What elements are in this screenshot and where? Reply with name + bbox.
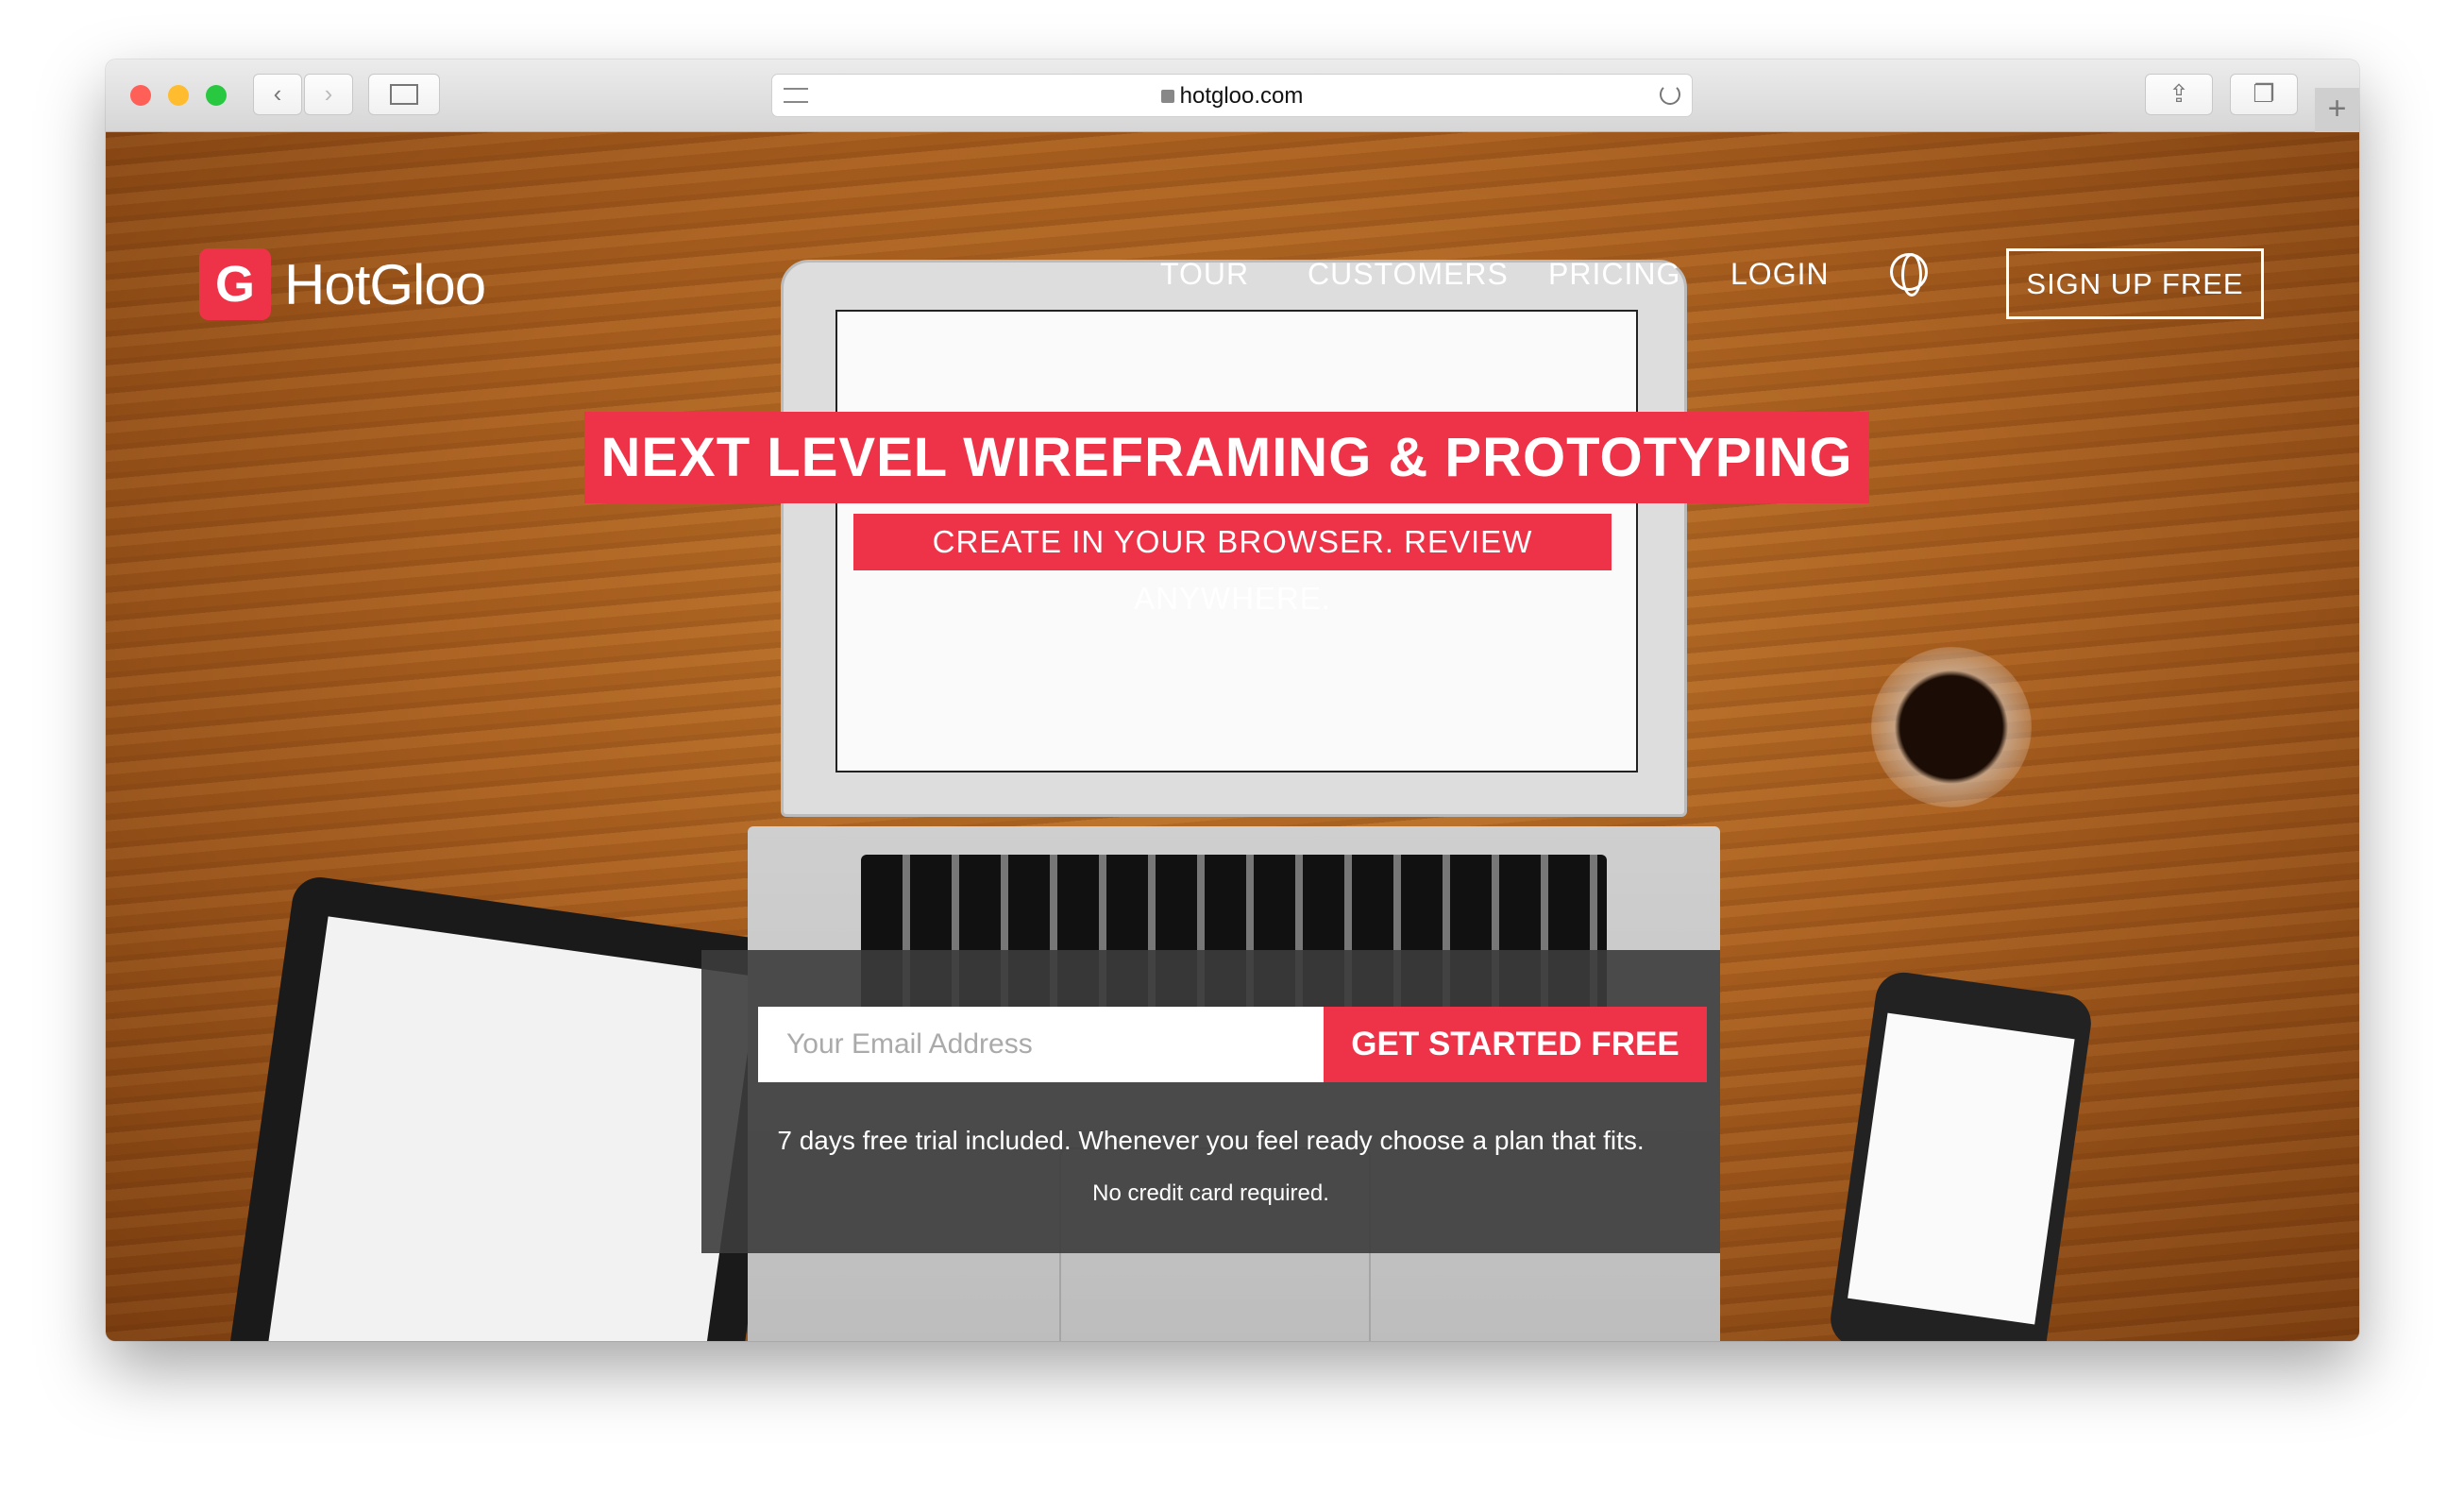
sidebar-toggle-button[interactable]	[368, 74, 440, 115]
back-button[interactable]: ‹	[253, 74, 302, 115]
coffee-cup-photo	[1871, 647, 2032, 807]
sign-up-free-button[interactable]: SIGN UP FREE	[2006, 248, 2264, 319]
sidebar-icon	[390, 84, 418, 105]
nav-tour[interactable]: TOUR	[1160, 257, 1249, 292]
reload-icon[interactable]	[1660, 84, 1680, 105]
zoom-window-button[interactable]	[206, 85, 227, 106]
logo-mark: G	[199, 248, 271, 320]
logo-text: HotGloo	[284, 252, 486, 316]
minimize-window-button[interactable]	[168, 85, 189, 106]
tabs-icon: ❐	[2253, 79, 2275, 108]
headline: NEXT LEVEL WIREFRAMING & PROTOTYPING TOO…	[584, 412, 1869, 580]
address-bar[interactable]: hotgloo.com	[771, 74, 1693, 117]
hero-section: G HotGloo TOUR CUSTOMERS PRICING LOGIN S…	[106, 132, 2359, 1341]
share-button[interactable]: ⇪	[2145, 74, 2213, 115]
nav-login[interactable]: LOGIN	[1730, 257, 1830, 292]
hotgloo-logo[interactable]: G HotGloo	[199, 248, 486, 320]
browser-toolbar: ‹ › hotgloo.com ⇪ ❐ +	[106, 59, 2359, 132]
get-started-free-button[interactable]: GET STARTED FREE	[1324, 1007, 1707, 1082]
globe-icon[interactable]	[1890, 253, 1928, 297]
tabs-overview-button[interactable]: ❐	[2230, 74, 2298, 115]
share-icon: ⇪	[2169, 79, 2189, 108]
nav-pricing[interactable]: PRICING	[1548, 257, 1680, 292]
url-text: hotgloo.com	[1179, 83, 1304, 109]
phone-photo	[1827, 968, 2095, 1341]
trial-text: 7 days free trial included. Whenever you…	[777, 1126, 1645, 1155]
signup-panel: GET STARTED FREE 7 days free trial inclu…	[701, 950, 1720, 1253]
close-window-button[interactable]	[130, 85, 151, 106]
subheadline: CREATE IN YOUR BROWSER. REVIEW ANYWHERE.	[853, 514, 1612, 616]
forward-button[interactable]: ›	[304, 74, 353, 115]
browser-window: ‹ › hotgloo.com ⇪ ❐ + G HotGloo TOUR CUS…	[106, 59, 2359, 1341]
no-card-text: No credit card required.	[1092, 1180, 1329, 1206]
new-tab-button[interactable]: +	[2315, 88, 2359, 132]
email-input[interactable]	[758, 1007, 1324, 1082]
nav-customers[interactable]: CUSTOMERS	[1308, 257, 1509, 292]
chevron-right-icon: ›	[324, 79, 333, 108]
chevron-left-icon: ‹	[273, 79, 282, 108]
lock-icon	[1160, 90, 1174, 103]
